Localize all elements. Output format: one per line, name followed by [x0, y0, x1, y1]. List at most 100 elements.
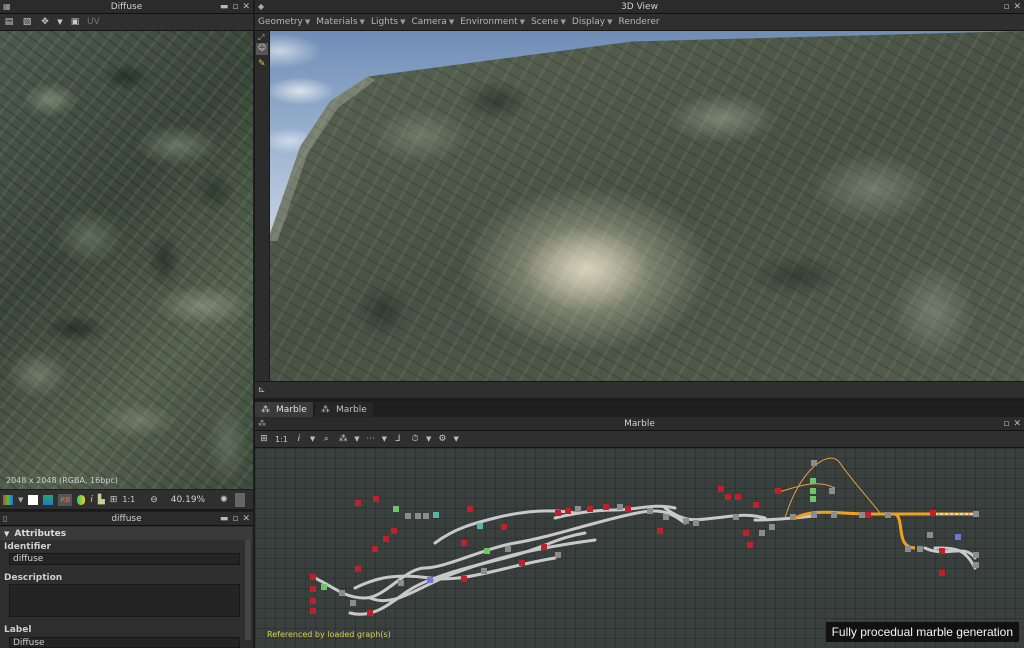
- label-field[interactable]: Diffuse: [9, 637, 240, 648]
- graph-node[interactable]: [683, 518, 689, 524]
- graph-node[interactable]: [657, 528, 663, 534]
- channel-picker-icon[interactable]: [3, 494, 13, 505]
- attributes-section-header[interactable]: ▼ Attributes: [0, 527, 252, 540]
- graph-node[interactable]: [829, 488, 835, 494]
- uv-label[interactable]: UV: [87, 17, 100, 27]
- float-icon[interactable]: ▫: [232, 2, 238, 12]
- collapse-arrow-icon[interactable]: ▼: [4, 530, 9, 538]
- menu-materials[interactable]: Materials: [316, 17, 357, 27]
- close-icon[interactable]: ✕: [1013, 2, 1021, 12]
- pin-icon[interactable]: ▬: [220, 2, 229, 12]
- export-icon[interactable]: ▧: [21, 16, 33, 28]
- graph-node[interactable]: [519, 560, 525, 566]
- rgb-channels-icon[interactable]: RB: [58, 493, 73, 506]
- graph-node[interactable]: [973, 562, 979, 568]
- graph-node[interactable]: [790, 514, 796, 520]
- graph-node[interactable]: [973, 511, 979, 517]
- menu-environment[interactable]: Environment: [460, 17, 517, 27]
- diffuse-texture-view[interactable]: 2048 x 2048 (RGBA, 16bpc): [0, 31, 253, 489]
- graph-node[interactable]: [355, 500, 361, 506]
- node-add-icon[interactable]: ⁂: [337, 433, 349, 445]
- graph-node[interactable]: [383, 536, 389, 542]
- menu-camera[interactable]: Camera: [411, 17, 446, 27]
- graph-node[interactable]: [477, 523, 483, 529]
- graph-node[interactable]: [693, 520, 699, 526]
- white-bg-icon[interactable]: [28, 494, 39, 505]
- menu-renderer[interactable]: Renderer: [618, 17, 659, 27]
- close-icon[interactable]: ✕: [242, 514, 250, 524]
- graph-node[interactable]: [747, 542, 753, 548]
- graph-node[interactable]: [769, 524, 775, 530]
- timer-icon[interactable]: ⏱: [409, 433, 421, 445]
- graph-node[interactable]: [484, 548, 490, 554]
- graph-node[interactable]: [310, 598, 316, 604]
- graph-node[interactable]: [759, 530, 765, 536]
- graph-node[interactable]: [373, 496, 379, 502]
- search-icon[interactable]: ⌕: [320, 433, 332, 445]
- transform-icon[interactable]: ✥: [39, 16, 51, 28]
- graph-node[interactable]: [811, 512, 817, 518]
- graph-node[interactable]: [339, 590, 345, 596]
- graph-node[interactable]: [810, 488, 816, 494]
- graph-node[interactable]: [505, 546, 511, 552]
- alpha-icon[interactable]: [77, 494, 86, 505]
- identifier-field[interactable]: diffuse: [9, 553, 240, 565]
- graph-node[interactable]: [433, 512, 439, 518]
- graph-node[interactable]: [865, 512, 871, 518]
- float-icon[interactable]: ▫: [1003, 419, 1009, 429]
- graph-node[interactable]: [939, 570, 945, 576]
- panel-menu-icon[interactable]: ▦: [3, 2, 12, 11]
- graph-node[interactable]: [775, 488, 781, 494]
- graph-node[interactable]: [587, 506, 593, 512]
- info-icon[interactable]: i: [90, 495, 93, 505]
- graph-node[interactable]: [743, 530, 749, 536]
- expand-icon[interactable]: ⤢: [258, 33, 264, 43]
- graph-node[interactable]: [501, 524, 507, 530]
- graph-node[interactable]: [415, 513, 421, 519]
- graph-node[interactable]: [467, 506, 473, 512]
- menu-scene[interactable]: Scene: [531, 17, 558, 27]
- color-bg-icon[interactable]: [43, 494, 54, 505]
- graph-node[interactable]: [718, 486, 724, 492]
- light-tool-icon[interactable]: ✎: [258, 59, 266, 69]
- link-style-icon[interactable]: ⋯: [365, 433, 377, 445]
- image-save-icon[interactable]: ▤: [3, 16, 15, 28]
- histogram-icon[interactable]: ▙: [98, 495, 105, 505]
- graph-node[interactable]: [405, 513, 411, 519]
- graph-node[interactable]: [398, 580, 404, 586]
- ratio-button[interactable]: 1:1: [275, 435, 288, 444]
- graph-node[interactable]: [565, 508, 571, 514]
- graph-canvas[interactable]: Referenced by loaded graph(s): [255, 448, 1024, 648]
- float-icon[interactable]: ▫: [1003, 2, 1009, 12]
- menu-lights[interactable]: Lights: [371, 17, 398, 27]
- graph-node[interactable]: [350, 600, 356, 606]
- graph-node[interactable]: [423, 513, 429, 519]
- dropdown-arrow-icon[interactable]: ▼: [354, 435, 359, 443]
- description-field[interactable]: [9, 584, 240, 617]
- zoom-out-icon[interactable]: ⊖: [150, 495, 158, 505]
- tab-marble-active[interactable]: ⁂ Marble: [255, 402, 313, 417]
- graph-node[interactable]: [575, 506, 581, 512]
- graph-node[interactable]: [930, 510, 936, 516]
- graph-node[interactable]: [885, 512, 891, 518]
- graph-node[interactable]: [461, 576, 467, 582]
- graph-node[interactable]: [461, 540, 467, 546]
- graph-node[interactable]: [735, 494, 741, 500]
- dropdown-arrow-icon[interactable]: ▼: [18, 496, 23, 504]
- graph-node[interactable]: [310, 608, 316, 614]
- attributes-scrollbar[interactable]: [245, 540, 251, 640]
- float-icon[interactable]: ▫: [232, 514, 238, 524]
- view3d-viewport[interactable]: [270, 31, 1024, 381]
- graph-node[interactable]: [427, 577, 433, 583]
- tab-marble[interactable]: ⁂ Marble: [315, 402, 373, 417]
- close-icon[interactable]: ✕: [242, 2, 250, 12]
- fit-view-icon[interactable]: ⊞: [110, 495, 118, 505]
- dropdown-arrow-icon[interactable]: ▼: [310, 435, 315, 443]
- marble-cube-mesh[interactable]: [270, 31, 1024, 381]
- info-icon[interactable]: i: [293, 433, 305, 445]
- graph-node[interactable]: [555, 510, 561, 516]
- graph-node[interactable]: [939, 548, 945, 554]
- graph-node[interactable]: [555, 552, 561, 558]
- graph-node[interactable]: [810, 496, 816, 502]
- gear-icon[interactable]: ⚙: [436, 433, 448, 445]
